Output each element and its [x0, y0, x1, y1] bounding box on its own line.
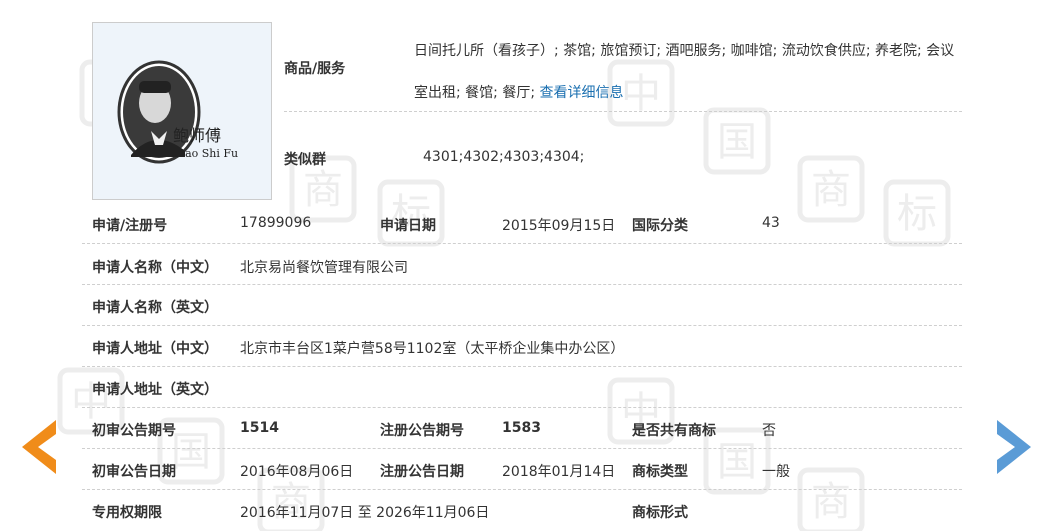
divider: [82, 407, 962, 408]
view-details-link[interactable]: 查看详细信息: [540, 85, 624, 101]
reg-pub-no-value: 1583: [502, 420, 541, 436]
trademark-detail-panel: 鲍师傅 Bao Shi Fu 商品/服务 日间托儿所（看孩子）; 茶馆; 旅馆预…: [82, 0, 962, 531]
shared-mark-value: 否: [762, 423, 776, 439]
prelim-pub-no-value: 1514: [240, 420, 279, 436]
reg-pub-date-label: 注册公告日期: [380, 464, 464, 480]
trademark-logo-image: 鲍师傅 Bao Shi Fu: [92, 22, 272, 200]
prelim-pub-no-label: 初审公告期号: [92, 423, 176, 439]
app-date-value: 2015年09月15日: [502, 218, 616, 234]
reg-pub-date-value: 2018年01月14日: [502, 464, 616, 480]
reg-pub-no-label: 注册公告期号: [380, 423, 464, 439]
divider: [82, 284, 962, 285]
divider: [82, 448, 962, 449]
mark-type-value: 一般: [762, 464, 790, 480]
app-date-label: 申请日期: [380, 218, 436, 234]
reg-no-value: 17899096: [240, 215, 312, 231]
applicant-name-cn-value: 北京易尚餐饮管理有限公司: [240, 260, 408, 276]
divider: [82, 325, 962, 326]
similar-group-label: 类似群: [284, 152, 326, 168]
applicant-name-en-label: 申请人名称（英文）: [92, 300, 218, 316]
exclusive-term-label: 专用权期限: [92, 505, 162, 521]
mark-form-label: 商标形式: [632, 505, 688, 521]
reg-no-label: 申请/注册号: [92, 218, 168, 234]
logo-text-cn: 鲍师傅: [173, 126, 221, 145]
goods-list: 日间托儿所（看孩子）; 茶馆; 旅馆预订; 酒吧服务; 咖啡馆; 流动饮食供应;…: [414, 43, 955, 101]
goods-label: 商品/服务: [284, 61, 346, 77]
exclusive-term-value: 2016年11月07日 至 2026年11月06日: [240, 505, 490, 521]
intl-class-value: 43: [762, 215, 780, 231]
applicant-name-cn-label: 申请人名称（中文）: [92, 260, 218, 276]
shared-mark-label: 是否共有商标: [632, 423, 716, 439]
applicant-address-en-label: 申请人地址（英文）: [92, 382, 218, 398]
prelim-pub-date-label: 初审公告日期: [92, 464, 176, 480]
mark-type-label: 商标类型: [632, 464, 688, 480]
divider: [82, 489, 962, 490]
divider: [284, 111, 962, 112]
applicant-address-cn-label: 申请人地址（中文）: [92, 341, 218, 357]
divider: [82, 243, 962, 244]
similar-group-value: 4301;4302;4303;4304;: [423, 149, 585, 165]
goods-text: 日间托儿所（看孩子）; 茶馆; 旅馆预订; 酒吧服务; 咖啡馆; 流动饮食供应;…: [414, 30, 962, 114]
intl-class-label: 国际分类: [632, 218, 688, 234]
divider: [82, 366, 962, 367]
logo-text-en: Bao Shi Fu: [177, 147, 238, 160]
applicant-address-cn-value: 北京市丰台区1菜户营58号1102室（太平桥企业集中办公区）: [240, 341, 625, 357]
next-arrow-icon[interactable]: [995, 420, 1031, 474]
prev-arrow-icon[interactable]: [22, 420, 58, 474]
prelim-pub-date-value: 2016年08月06日: [240, 464, 354, 480]
